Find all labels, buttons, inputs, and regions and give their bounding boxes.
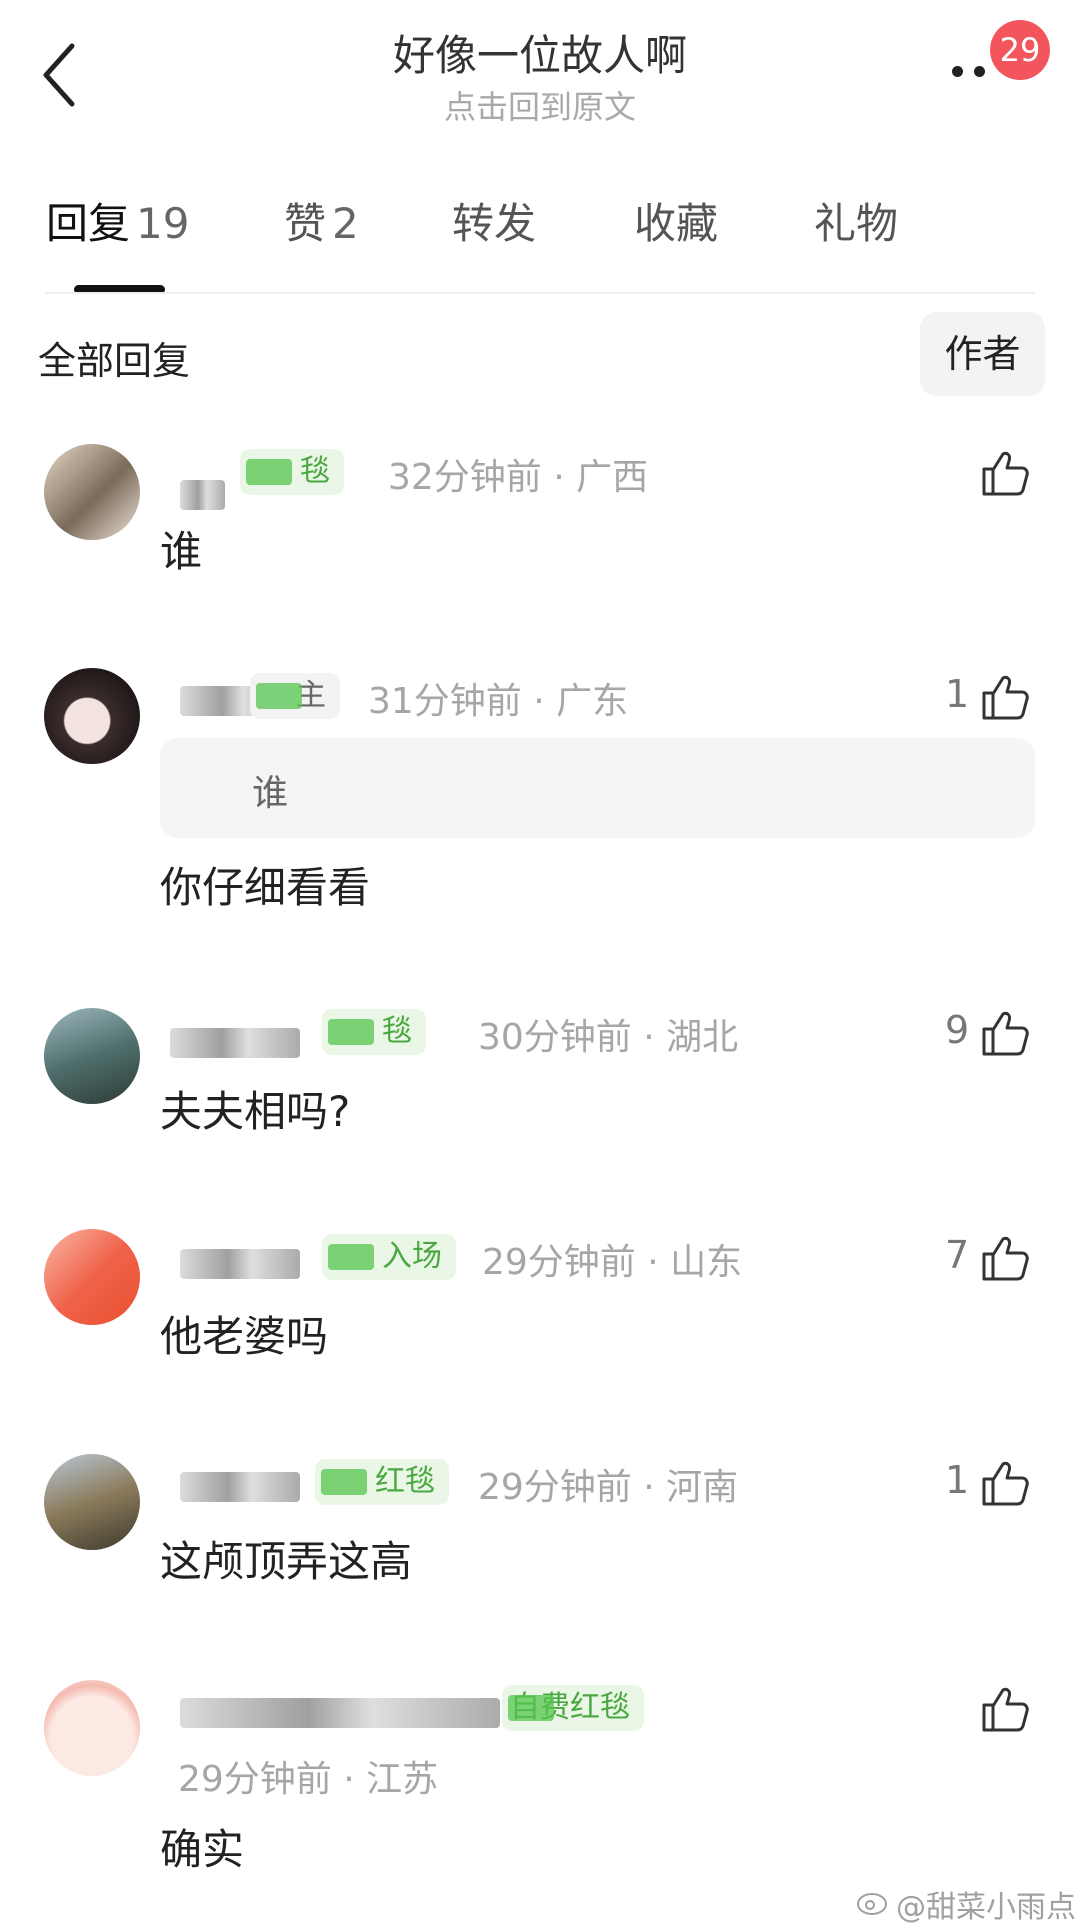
quoted-text: 谁	[252, 773, 289, 814]
avatar[interactable]	[44, 1454, 140, 1550]
tab-replies-label: 回复	[46, 199, 131, 248]
avatar[interactable]	[44, 444, 140, 540]
tab-replies[interactable]: 回复 19	[46, 190, 189, 251]
watermark: @甜菜小雨点	[896, 1890, 1076, 1925]
user-tag: 红毯	[315, 1459, 449, 1505]
comment-text: 这颅顶弄这高	[160, 1537, 413, 1586]
username-blurred[interactable]	[180, 1472, 300, 1502]
user-tag: 入场	[322, 1234, 456, 1280]
thumbs-up-icon[interactable]	[980, 448, 1030, 498]
username-blurred[interactable]	[170, 1028, 300, 1058]
username-blurred[interactable]	[180, 1698, 500, 1728]
username-blurred[interactable]	[180, 1249, 300, 1279]
thumbs-up-icon[interactable]	[980, 1458, 1030, 1508]
notification-badge: 29	[990, 20, 1050, 80]
tab-likes-count: 2	[332, 199, 359, 248]
comment-text: 确实	[160, 1825, 245, 1874]
tab-reposts[interactable]: 转发	[452, 190, 536, 251]
tab-gifts[interactable]: 礼物	[814, 190, 898, 251]
thumbs-up-icon[interactable]	[980, 1008, 1030, 1058]
tab-likes[interactable]: 赞2	[284, 190, 359, 251]
tab-likes-label: 赞	[284, 199, 327, 248]
comment-item: 主 31分钟前 · 广东 1 谁 你仔细看看	[0, 664, 1080, 924]
thumbs-up-icon[interactable]	[980, 1684, 1030, 1734]
avatar[interactable]	[44, 1229, 140, 1325]
user-tag: 自费红毯	[502, 1685, 644, 1731]
author-filter-button[interactable]: 作者	[920, 312, 1045, 396]
user-tag: 毯	[240, 449, 344, 495]
tab-replies-count: 19	[136, 199, 190, 248]
comment-text: 他老婆吗	[160, 1312, 329, 1361]
comment-meta: 31分钟前 · 广东	[368, 681, 629, 722]
comment-item: 入场 29分钟前 · 山东 7 他老婆吗	[0, 1225, 1080, 1395]
avatar[interactable]	[44, 1680, 140, 1776]
username-blurred[interactable]	[180, 480, 225, 510]
thumbs-up-icon[interactable]	[980, 672, 1030, 722]
user-tag: 主	[250, 673, 340, 719]
post-title[interactable]: 好像一位故人啊	[0, 22, 1080, 83]
section-title: 全部回复	[38, 339, 191, 383]
tab-bar: 回复 19 赞2 转发 收藏 礼物	[0, 190, 1080, 270]
comment-meta: 29分钟前 · 江苏	[178, 1759, 439, 1800]
thumbs-up-icon[interactable]	[980, 1233, 1030, 1283]
comment-item: 红毯 29分钟前 · 河南 1 这颅顶弄这高	[0, 1450, 1080, 1620]
comment-meta: 29分钟前 · 山东	[482, 1242, 743, 1283]
comment-text: 夫夫相吗?	[160, 1087, 351, 1136]
comment-item: 毯 30分钟前 · 湖北 9 夫夫相吗?	[0, 1000, 1080, 1170]
divider	[45, 292, 1035, 294]
tab-favorites[interactable]: 收藏	[634, 190, 718, 251]
top-bar: 好像一位故人啊 点击回到原文 29	[0, 0, 1080, 150]
like-count: 1	[945, 1458, 970, 1502]
comment-text: 谁	[160, 527, 203, 576]
like-count: 1	[945, 672, 970, 716]
comment-text: 你仔细看看	[160, 863, 371, 912]
more-options-icon[interactable]	[948, 58, 998, 88]
user-tag: 毯	[322, 1009, 426, 1055]
like-count: 9	[945, 1008, 970, 1052]
comment-item: 毯 32分钟前 · 广西 谁	[0, 440, 1080, 610]
quoted-reply[interactable]: 谁	[160, 738, 1035, 838]
like-count: 7	[945, 1233, 970, 1277]
comment-meta: 30分钟前 · 湖北	[478, 1017, 739, 1058]
comment-meta: 32分钟前 · 广西	[388, 457, 649, 498]
avatar[interactable]	[44, 668, 140, 764]
avatar[interactable]	[44, 1008, 140, 1104]
comment-item: 自费红毯 29分钟前 · 江苏 确实	[0, 1676, 1080, 1876]
comment-meta: 29分钟前 · 河南	[478, 1467, 739, 1508]
weibo-logo-icon	[857, 1893, 887, 1915]
back-to-original-link[interactable]: 点击回到原文	[0, 82, 1080, 128]
